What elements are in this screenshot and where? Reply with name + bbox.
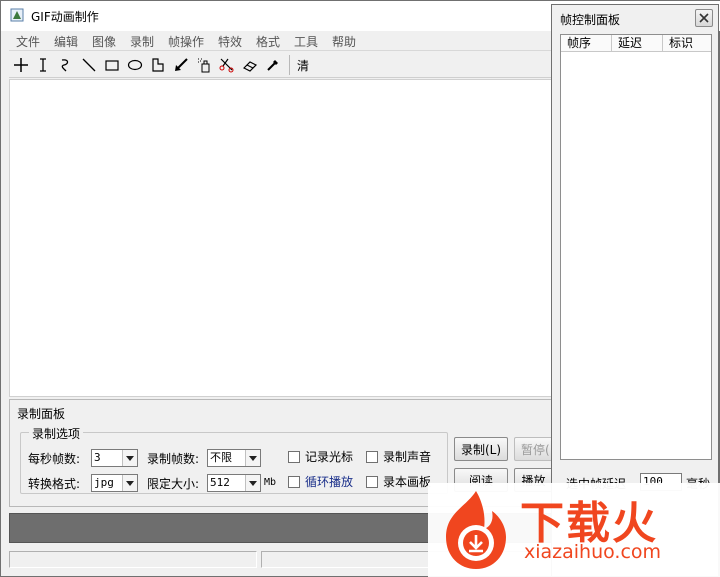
frame-count-select[interactable]: 不限 — [207, 449, 261, 467]
pause-button[interactable]: 暂停( — [514, 437, 553, 461]
column-frame-order[interactable]: 帧序 — [561, 35, 612, 52]
size-limit-label: 限定大小: — [147, 477, 200, 491]
eraser-icon[interactable] — [240, 55, 260, 75]
record-panel-title: 录制面板 — [17, 407, 66, 421]
chevron-down-icon[interactable] — [122, 450, 137, 466]
record-options-legend: 录制选项 — [29, 425, 84, 442]
menu-tools[interactable]: 工具 — [294, 33, 318, 50]
column-tag[interactable]: 标识 — [663, 35, 711, 52]
column-delay[interactable]: 延迟 — [612, 35, 663, 52]
frame-list[interactable]: 帧序 延迟 标识 — [560, 34, 712, 460]
toolbar: 清 — [9, 52, 559, 78]
format-label: 转换格式: — [28, 477, 81, 491]
app-icon — [10, 8, 24, 22]
watermark: 下载火 xiazaihuo.com — [428, 483, 720, 577]
menu-frame[interactable]: 帧操作 — [168, 33, 204, 50]
line-icon[interactable] — [79, 55, 99, 75]
text-cursor-icon[interactable] — [33, 55, 53, 75]
chevron-down-icon[interactable] — [122, 475, 137, 491]
toolbar-separator — [289, 55, 290, 75]
polygon-icon[interactable] — [148, 55, 168, 75]
close-button[interactable] — [695, 9, 713, 27]
frame-panel-title: 帧控制面板 — [560, 13, 621, 27]
status-cell-1 — [9, 551, 257, 568]
size-limit-select[interactable]: 512 — [207, 474, 261, 492]
format-value: jpg — [94, 476, 114, 489]
fps-label: 每秒帧数: — [28, 452, 81, 466]
record-sound-label: 录制声音 — [383, 450, 432, 464]
menu-bar: 文件 编辑 图像 录制 帧操作 特效 格式 工具 帮助 — [9, 31, 559, 51]
scissors-icon[interactable] — [217, 55, 237, 75]
fps-value: 3 — [94, 451, 101, 464]
menu-file[interactable]: 文件 — [16, 33, 40, 50]
menu-image[interactable]: 图像 — [92, 33, 116, 50]
loop-play-checkbox[interactable] — [288, 476, 300, 488]
record-sound-checkbox[interactable] — [366, 451, 378, 463]
chevron-down-icon[interactable] — [245, 475, 260, 491]
crosshair-icon[interactable] — [11, 55, 31, 75]
frame-list-header: 帧序 延迟 标识 — [561, 35, 711, 52]
menu-effects[interactable]: 特效 — [218, 33, 242, 50]
menu-help[interactable]: 帮助 — [332, 33, 356, 50]
spray-icon[interactable] — [194, 55, 214, 75]
loop-play-label: 循环播放 — [305, 475, 354, 489]
record-canvas-checkbox[interactable] — [366, 476, 378, 488]
arrow-icon[interactable] — [171, 55, 191, 75]
menu-record[interactable]: 录制 — [130, 33, 154, 50]
size-unit: Mb — [264, 477, 277, 488]
flame-logo-icon — [446, 491, 506, 569]
record-options-group: 录制选项 每秒帧数: 3 录制帧数: 不限 记录光标 录制声音 转换格式: jp… — [20, 425, 448, 494]
record-canvas-label: 录本画板 — [383, 475, 432, 489]
menu-format[interactable]: 格式 — [256, 33, 280, 50]
menu-edit[interactable]: 编辑 — [54, 33, 78, 50]
chevron-down-icon[interactable] — [245, 450, 260, 466]
fps-select[interactable]: 3 — [91, 449, 138, 467]
freehand-icon[interactable] — [55, 55, 75, 75]
size-limit-value: 512 — [210, 476, 230, 489]
watermark-url: xiazaihuo.com — [524, 541, 662, 563]
frame-count-value: 不限 — [210, 451, 232, 464]
record-cursor-checkbox[interactable] — [288, 451, 300, 463]
window-title: GIF动画制作 — [31, 10, 99, 24]
record-button[interactable]: 录制(L) — [454, 437, 508, 461]
close-icon — [699, 13, 709, 23]
ellipse-icon[interactable] — [125, 55, 145, 75]
drawing-canvas[interactable] — [9, 79, 554, 397]
clear-button[interactable]: 清 — [297, 57, 309, 74]
record-cursor-label: 记录光标 — [305, 450, 354, 464]
frame-count-label: 录制帧数: — [147, 452, 200, 466]
format-select[interactable]: jpg — [91, 474, 138, 492]
eyedropper-icon[interactable] — [263, 55, 283, 75]
rectangle-icon[interactable] — [102, 55, 122, 75]
